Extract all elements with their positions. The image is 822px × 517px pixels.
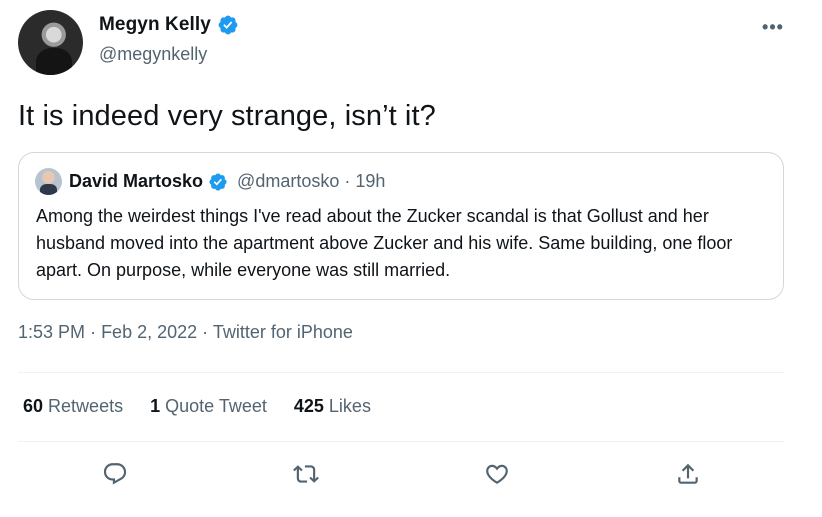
- divider: [18, 441, 784, 442]
- meta-separator: ·: [344, 171, 356, 191]
- quotes-label: Quote Tweet: [165, 396, 267, 416]
- more-icon[interactable]: •••: [758, 12, 788, 42]
- share-icon[interactable]: [670, 456, 706, 492]
- tweet-timestamp-row: 1:53 PM · Feb 2, 2022 · Twitter for iPho…: [18, 322, 353, 343]
- likes-label: Likes: [328, 396, 371, 416]
- verified-badge-icon: [217, 14, 239, 36]
- quoted-tweet-card[interactable]: David Martosko @dmartosko · 19h Among th…: [18, 152, 784, 300]
- like-icon[interactable]: [479, 456, 515, 492]
- tweet-time[interactable]: 1:53 PM: [18, 322, 85, 342]
- quote-tweets-stat[interactable]: 1 Quote Tweet: [150, 396, 267, 417]
- quoted-author-name: David Martosko: [69, 171, 204, 191]
- verified-badge-icon: [208, 172, 228, 192]
- author-avatar[interactable]: [18, 10, 83, 75]
- author-name-row: Megyn Kelly: [99, 14, 239, 36]
- quoted-author-handle: @dmartosko: [237, 171, 340, 191]
- likes-stat[interactable]: 425 Likes: [294, 396, 371, 417]
- tweet-source[interactable]: Twitter for iPhone: [213, 322, 353, 342]
- meta-separator: ·: [90, 322, 102, 342]
- divider: [18, 372, 784, 373]
- author-display-name[interactable]: Megyn Kelly: [99, 14, 211, 36]
- retweets-label: Retweets: [48, 396, 124, 416]
- tweet-date[interactable]: Feb 2, 2022: [101, 322, 197, 342]
- quoted-tweet-meta: @dmartosko · 19h: [237, 171, 385, 192]
- tweet-action-bar: [0, 456, 822, 492]
- meta-separator: ·: [202, 322, 213, 342]
- quotes-count: 1: [150, 396, 161, 416]
- tweet-text: It is indeed very strange, isn’t it?: [18, 100, 436, 132]
- quoted-tweet-text: Among the weirdest things I've read abou…: [36, 206, 733, 280]
- retweets-stat[interactable]: 60 Retweets: [23, 396, 123, 417]
- retweet-icon[interactable]: [288, 456, 324, 492]
- author-handle[interactable]: @megynkelly: [99, 44, 207, 65]
- quoted-tweet-header: David Martosko @dmartosko · 19h: [69, 171, 385, 192]
- retweets-count: 60: [23, 396, 44, 416]
- quoted-tweet-age: 19h: [355, 171, 386, 191]
- likes-count: 425: [293, 396, 324, 416]
- tweet-detail: Megyn Kelly @megynkelly ••• It is indeed…: [0, 0, 822, 517]
- tweet-stats: 60 Retweets 1 Quote Tweet 425 Likes: [23, 396, 371, 417]
- quoted-author-avatar: [35, 168, 62, 195]
- reply-icon[interactable]: [97, 456, 133, 492]
